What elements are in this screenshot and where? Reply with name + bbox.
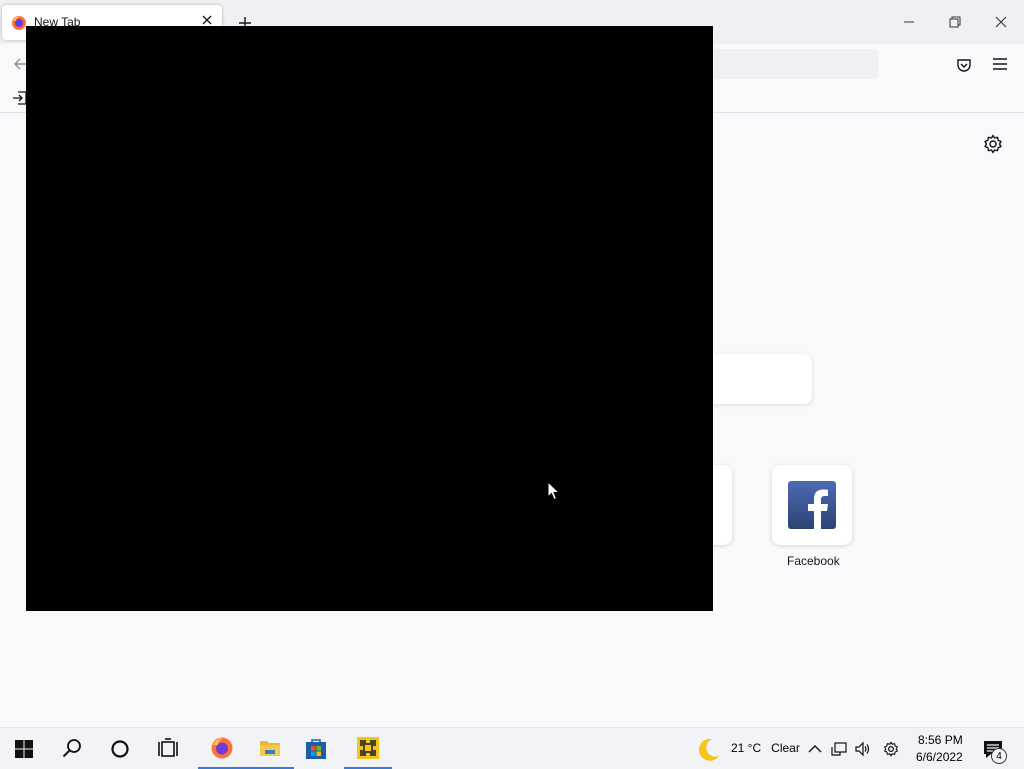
black-overlay-window (26, 26, 713, 611)
pocket-icon[interactable] (955, 56, 973, 74)
search-icon (62, 738, 81, 757)
gear-icon[interactable] (983, 134, 1003, 154)
task-view-icon (158, 737, 178, 757)
restore-icon[interactable] (945, 12, 965, 32)
top-site-label-facebook: Facebook (787, 554, 840, 568)
top-site-facebook[interactable] (772, 465, 852, 545)
search-button[interactable] (48, 728, 96, 769)
firefox-icon (211, 737, 233, 758)
weather-condition: Clear (771, 741, 800, 755)
cortana-button[interactable] (96, 728, 144, 769)
mouse-cursor-icon (547, 481, 561, 501)
windows-start-icon (15, 739, 33, 758)
taskbar-store[interactable] (292, 728, 340, 769)
clock-date[interactable]: 6/6/2022 (916, 750, 963, 764)
network-icon[interactable] (831, 741, 847, 757)
circle-icon (111, 739, 129, 758)
store-icon (306, 738, 326, 759)
app-icon (357, 736, 379, 759)
clock-time[interactable]: 8:56 PM (918, 733, 963, 747)
volume-icon[interactable] (855, 741, 871, 757)
hamburger-menu-icon[interactable] (991, 56, 1009, 72)
moon-icon[interactable] (694, 736, 722, 764)
taskbar: 21 °C Clear 8:56 PM 6/6/2022 4 (0, 727, 1024, 769)
weather-widget[interactable]: 21 °C Clear (731, 741, 800, 755)
folder-icon (260, 740, 280, 756)
taskbar-file-explorer[interactable] (246, 728, 294, 769)
chevron-up-icon[interactable] (807, 741, 823, 757)
firefox-icon (12, 16, 26, 30)
notification-count-badge: 4 (991, 748, 1007, 764)
start-button[interactable] (0, 728, 48, 769)
taskbar-firefox[interactable] (198, 728, 246, 769)
gear-icon[interactable] (883, 741, 899, 757)
minimize-icon[interactable] (899, 12, 919, 32)
close-icon[interactable] (200, 13, 214, 27)
taskbar-app[interactable] (344, 728, 392, 769)
facebook-icon (788, 481, 836, 529)
close-icon[interactable] (991, 12, 1011, 32)
task-view-button[interactable] (144, 728, 192, 769)
weather-temperature: 21 °C (731, 741, 762, 755)
